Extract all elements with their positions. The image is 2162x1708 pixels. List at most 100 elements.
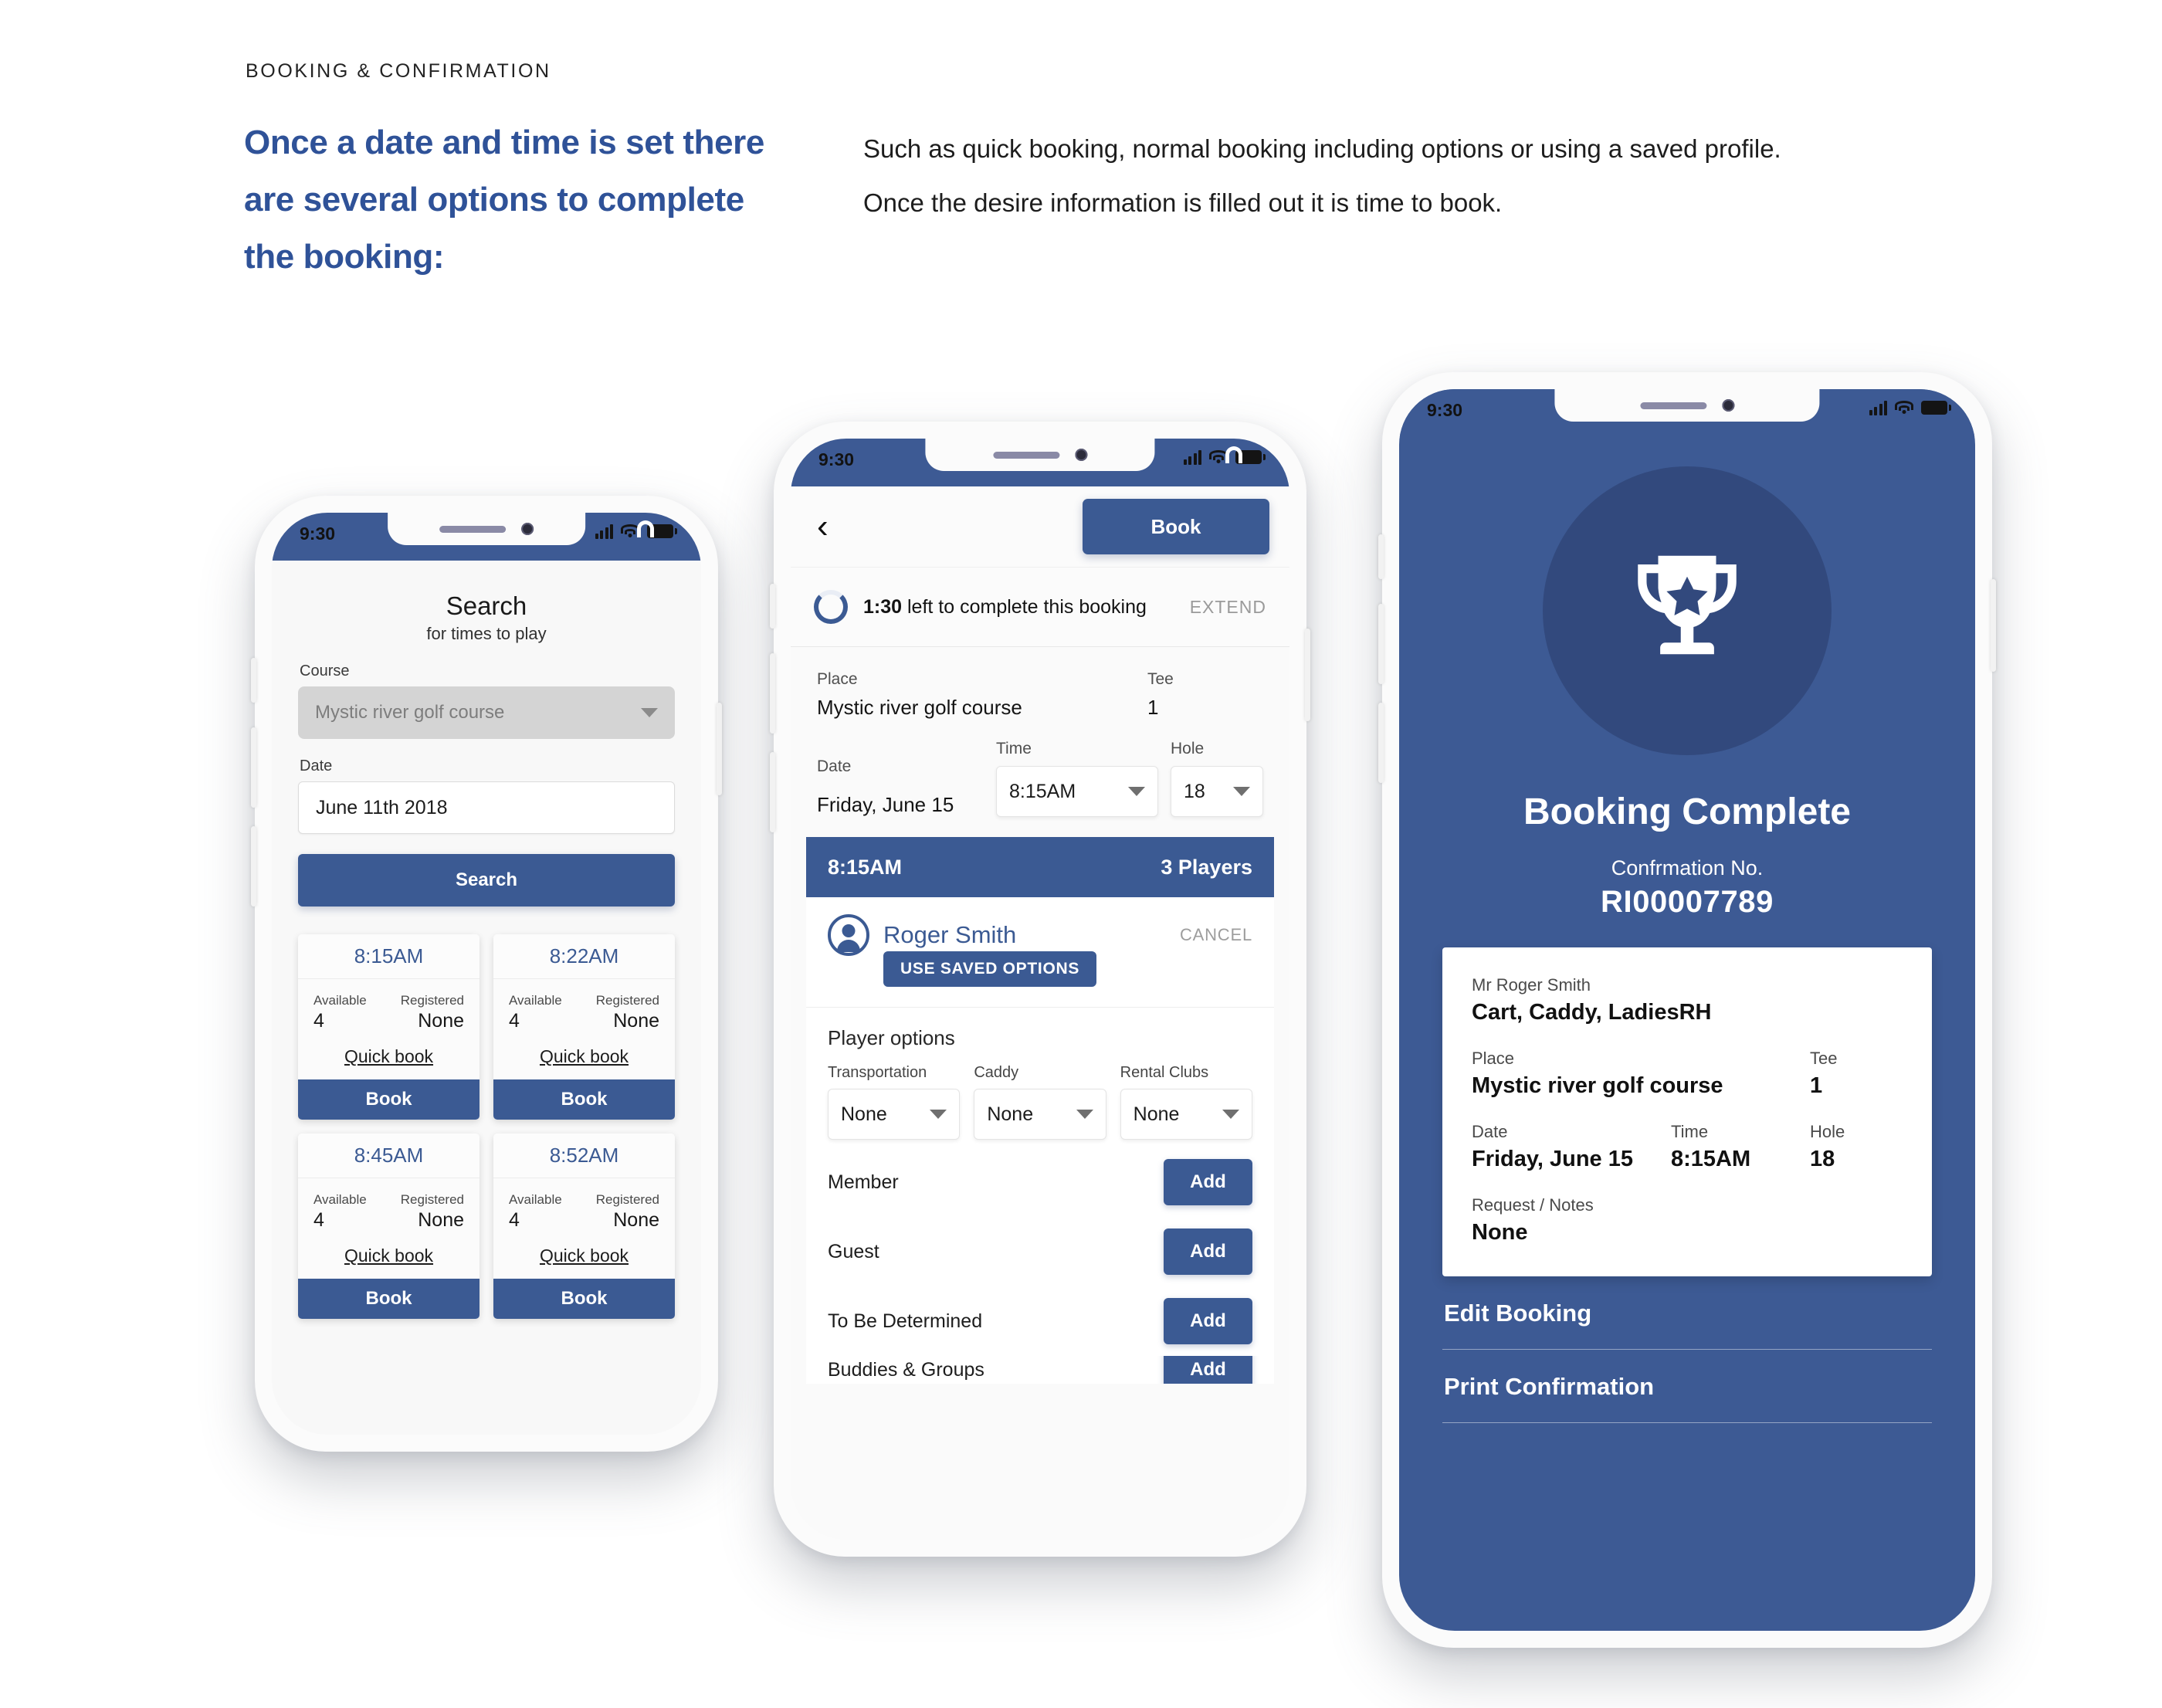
available-value: 4 (509, 1209, 520, 1231)
phone1-status-icons (595, 520, 677, 539)
place-value: Mystic river golf course (817, 696, 1022, 719)
cellular-signal-icon (1183, 449, 1201, 465)
transportation-select[interactable]: None (828, 1089, 961, 1140)
time-label: Time (996, 740, 1032, 757)
avatar-icon (828, 914, 869, 956)
phone3-notch (1554, 389, 1820, 422)
chevron-down-icon (1233, 787, 1250, 796)
course-select-value: Mystic river golf course (315, 702, 505, 723)
book-button[interactable]: Book (298, 1279, 480, 1319)
tee-value: 1 (1147, 696, 1159, 719)
print-confirmation-link[interactable]: Print Confirmation (1442, 1350, 1932, 1401)
slot-time: 8:15AM (828, 855, 903, 879)
booking-timer-bar: 1:30 left to complete this booking EXTEN… (791, 567, 1289, 647)
phone1-notch (388, 513, 585, 545)
phone2-top-bar: ‹ Book (791, 486, 1289, 567)
tee-time-card[interactable]: 8:15AM Available 4 Registered None Quick… (298, 934, 480, 1120)
summary-notes-value: None (1472, 1220, 1528, 1245)
phone3-status-icons (1869, 400, 1951, 415)
tee-time-card[interactable]: 8:52AM Available 4 Registered None Quick… (493, 1134, 675, 1319)
extend-button[interactable]: EXTEND (1190, 597, 1266, 618)
speaker-icon (439, 525, 506, 533)
transportation-label: Transportation (828, 1064, 927, 1081)
time-select[interactable]: 8:15AM (996, 766, 1158, 817)
edit-booking-link[interactable]: Edit Booking (1442, 1276, 1932, 1327)
course-select[interactable]: Mystic river golf course (298, 686, 675, 739)
search-title: Search (446, 591, 527, 620)
add-member-label: Member (828, 1171, 899, 1193)
registered-label: Registered (400, 1192, 464, 1207)
summary-hole-value: 18 (1810, 1147, 1835, 1171)
cellular-signal-icon (1869, 400, 1887, 415)
trophy-badge (1543, 466, 1832, 755)
camera-icon (1722, 399, 1734, 412)
speaker-icon (1640, 402, 1706, 409)
trophy-icon (1638, 555, 1737, 655)
camera-icon (521, 523, 534, 535)
quick-book-link[interactable]: Quick book (493, 1032, 675, 1079)
use-saved-options-button[interactable]: USE SAVED OPTIONS (883, 951, 1097, 987)
tee-time-card[interactable]: 8:45AM Available 4 Registered None Quick… (298, 1134, 480, 1319)
quick-book-link[interactable]: Quick book (493, 1232, 675, 1279)
add-tbd-row: To Be Determined Add (806, 1286, 1274, 1356)
chevron-down-icon (1222, 1110, 1239, 1119)
place-label: Place (817, 670, 858, 688)
cancel-button[interactable]: CANCEL (1180, 925, 1252, 945)
date-input[interactable]: June 11th 2018 (298, 781, 675, 834)
book-button[interactable]: Book (493, 1079, 675, 1120)
book-button[interactable]: Book (1083, 499, 1269, 554)
caddy-select[interactable]: None (974, 1089, 1106, 1140)
course-field-label: Course (300, 663, 350, 679)
summary-place-label: Place (1472, 1049, 1515, 1068)
hole-select[interactable]: 18 (1171, 766, 1263, 817)
back-icon[interactable]: ‹ (817, 510, 829, 544)
section-eyebrow: BOOKING & CONFIRMATION (246, 60, 551, 82)
phone2-notch (925, 439, 1155, 471)
wifi-icon (1895, 401, 1913, 415)
available-label: Available (313, 1192, 367, 1207)
add-tbd-label: To Be Determined (828, 1310, 983, 1332)
book-button[interactable]: Book (298, 1079, 480, 1120)
chevron-down-icon (1128, 787, 1145, 796)
tee-time-label: 8:45AM (298, 1134, 480, 1178)
phone2-status-bar: 9:30 (791, 439, 1289, 486)
registered-value: None (418, 1209, 464, 1231)
quick-book-link[interactable]: Quick book (298, 1232, 480, 1279)
chevron-down-icon (930, 1110, 947, 1119)
add-tbd-button[interactable]: Add (1164, 1298, 1252, 1344)
lock-icon (633, 520, 656, 551)
tee-time-label: 8:15AM (298, 934, 480, 979)
speaker-icon (993, 451, 1059, 459)
available-label: Available (509, 1192, 562, 1207)
add-member-button[interactable]: Add (1164, 1159, 1252, 1205)
phone-mockup-confirmation: 9:30 Booking Complete Confrmation No. RI… (1378, 372, 1996, 1648)
confirmation-number-label: Confrmation No. (1611, 856, 1764, 879)
phone1-volume-down-button (251, 826, 256, 907)
battery-icon (1921, 401, 1951, 415)
rental-clubs-select[interactable]: None (1120, 1089, 1252, 1140)
tee-time-label: 8:52AM (493, 1134, 675, 1178)
search-button[interactable]: Search (298, 854, 675, 907)
hole-label: Hole (1171, 740, 1205, 757)
tee-time-card[interactable]: 8:22AM Available 4 Registered None Quick… (493, 934, 675, 1120)
divider (1442, 1422, 1932, 1423)
phone1-status-bar: 9:30 (272, 513, 701, 561)
available-value: 4 (313, 1209, 324, 1231)
page-root: BOOKING & CONFIRMATION Once a date and t… (0, 0, 2162, 1708)
summary-tee-label: Tee (1810, 1049, 1838, 1068)
summary-person: Mr Roger Smith (1472, 975, 1591, 995)
timer-ring-icon (814, 590, 848, 624)
phone1-clock: 9:30 (300, 524, 336, 544)
tee-time-grid: 8:15AM Available 4 Registered None Quick… (298, 934, 675, 1319)
quick-book-link[interactable]: Quick book (298, 1032, 480, 1079)
time-select-value: 8:15AM (1009, 780, 1076, 802)
phone-mockup-search: 9:30 Search for times to play Course Mys… (251, 496, 722, 1452)
phone3-volume-down-button (1378, 703, 1384, 783)
booking-summary-card: Mr Roger Smith Cart, Caddy, LadiesRH Pla… (1442, 947, 1932, 1276)
book-button[interactable]: Book (493, 1279, 675, 1319)
add-buddies-button[interactable]: Add (1164, 1356, 1252, 1384)
available-value: 4 (509, 1010, 520, 1032)
add-buddies-row: Buddies & Groups Add (806, 1356, 1274, 1384)
add-guest-button[interactable]: Add (1164, 1228, 1252, 1275)
phone3-content: Booking Complete Confrmation No. RI00007… (1399, 466, 1975, 1631)
